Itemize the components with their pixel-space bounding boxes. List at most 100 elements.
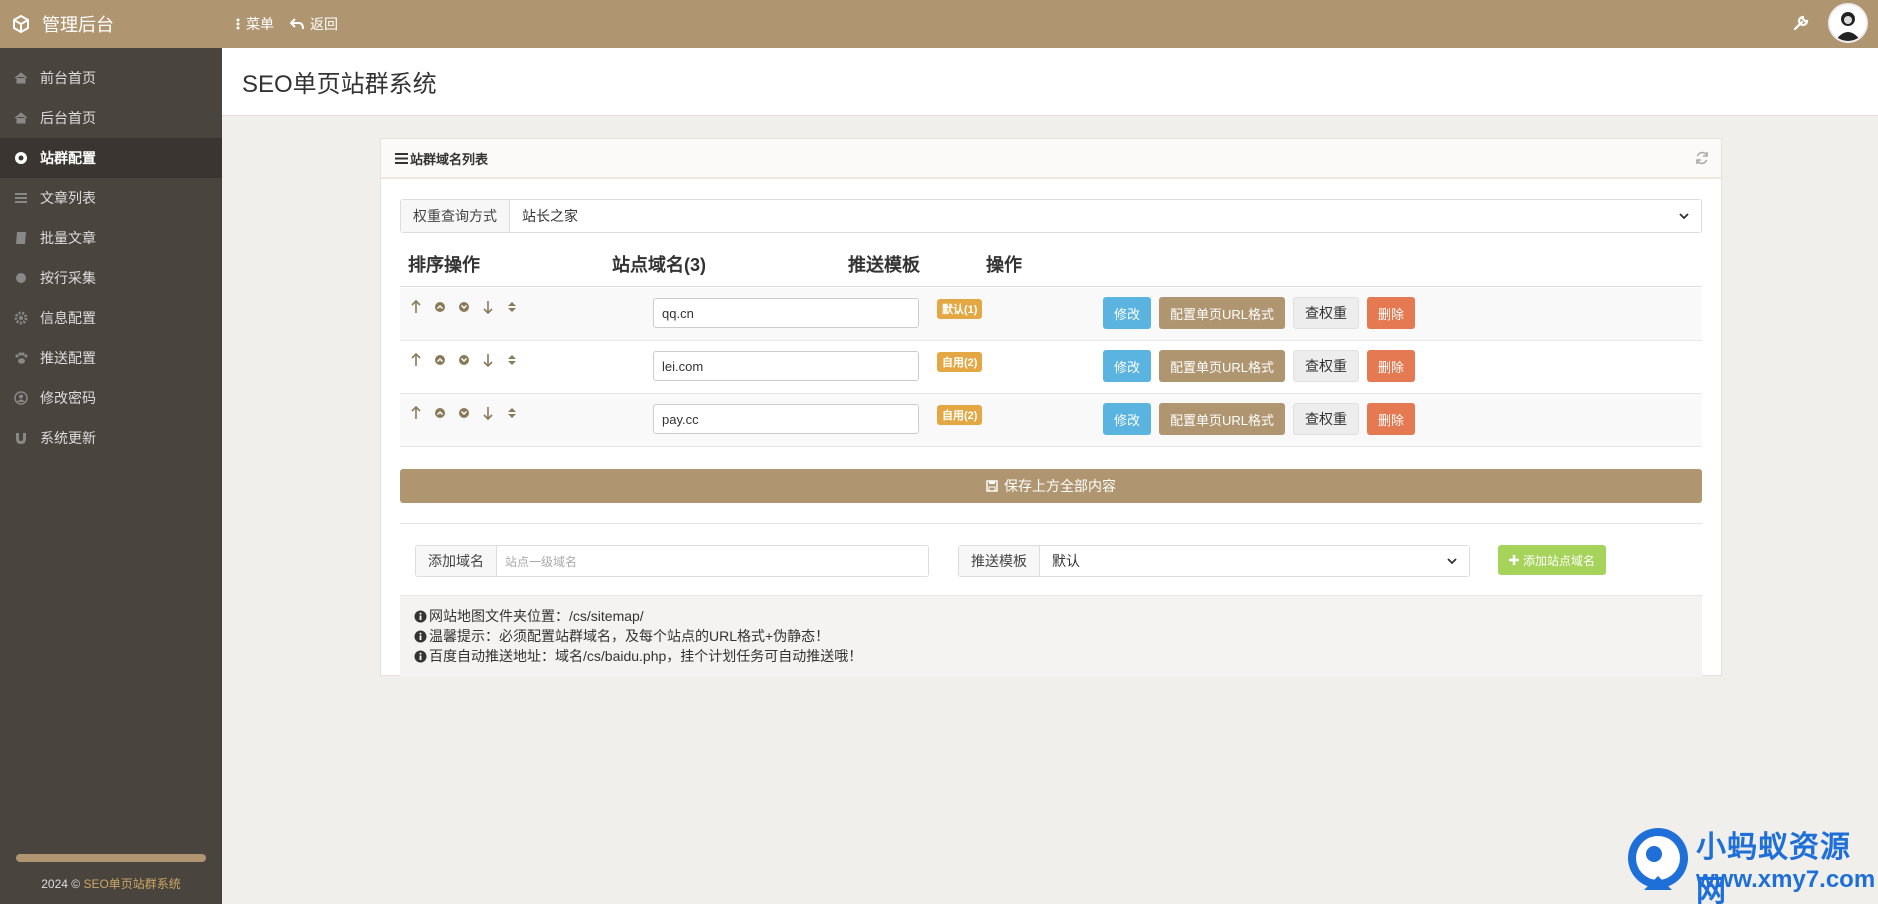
ant-logo-icon <box>1628 828 1688 890</box>
save-all-button[interactable]: 保存上方全部内容 <box>400 469 1702 503</box>
chrome-icon <box>15 152 27 164</box>
sidebar-item-info-config[interactable]: 信息配置 <box>0 298 222 338</box>
wrench-icon[interactable] <box>1792 14 1810 32</box>
sidebar-item-label: 按行采集 <box>40 270 96 286</box>
sidebar-scroll-handle[interactable] <box>16 854 206 862</box>
chevron-circle-up-icon[interactable] <box>434 353 446 367</box>
arrow-down-icon[interactable] <box>482 300 494 314</box>
panel-header: 站群域名列表 <box>381 139 1721 179</box>
arrow-down-icon[interactable] <box>482 353 494 367</box>
template-badge: 自用(2) <box>937 352 983 372</box>
brand[interactable]: 管理后台 <box>0 0 222 48</box>
check-weight-button[interactable]: 查权重 <box>1293 297 1360 329</box>
arrow-down-icon[interactable] <box>482 406 494 420</box>
sidebar-item-push-config[interactable]: 推送配置 <box>0 338 222 378</box>
push-template-addon: 推送模板 <box>959 546 1040 576</box>
weight-query-addon: 权重查询方式 <box>401 200 510 232</box>
row-actions: 修改 配置单页URL格式 查权重 删除 <box>1103 350 1416 382</box>
watermark: 小蚂蚁资源网 www.xmy7.com <box>1624 816 1878 904</box>
weight-query-select[interactable]: 站长之家 <box>510 200 1701 232</box>
column-sort: 排序操作 <box>408 255 480 275</box>
sidebar-item-site-config[interactable]: 站群配置 <box>0 138 222 178</box>
config-url-button[interactable]: 配置单页URL格式 <box>1159 403 1286 435</box>
sidebar-item-admin-home[interactable]: 后台首页 <box>0 98 222 138</box>
sidebar-item-system-update[interactable]: 系统更新 <box>0 418 222 458</box>
notice-text: 百度自动推送地址：域名/cs/baidu.php，挂个计划任务可自动推送哦！ <box>429 648 863 664</box>
column-template: 推送模板 <box>848 255 920 275</box>
table-row: lei.com 自用(2) 修改 配置单页URL格式 查权重 删除 <box>400 341 1702 394</box>
bars-icon <box>395 152 408 164</box>
list-icon <box>15 193 27 203</box>
avatar[interactable] <box>1828 3 1868 43</box>
chevron-down-icon <box>1679 213 1689 219</box>
top-nav: 菜单 返回 <box>236 0 338 48</box>
sidebar-item-label: 系统更新 <box>40 430 96 446</box>
edit-button[interactable]: 修改 <box>1103 297 1152 329</box>
sort-icon[interactable] <box>506 353 518 367</box>
home-icon <box>14 72 28 84</box>
sort-icon[interactable] <box>506 300 518 314</box>
sidebar-item-label: 前台首页 <box>40 70 96 86</box>
sidebar-item-label: 批量文章 <box>40 230 96 246</box>
sidebar-item-label: 文章列表 <box>40 190 96 206</box>
add-site-button[interactable]: 添加站点域名 <box>1498 545 1607 575</box>
push-template-group: 推送模板 默认 <box>958 545 1470 577</box>
sidebar-item-label: 推送配置 <box>40 350 96 366</box>
domain-input[interactable]: lei.com <box>653 351 919 381</box>
table-row: qq.cn 默认(1) 修改 配置单页URL格式 查权重 删除 <box>400 288 1702 341</box>
notice-box: 网站地图文件夹位置：/cs/sitemap/ 温馨提示：必须配置站群域名，及每个… <box>400 595 1702 677</box>
chevron-circle-up-icon[interactable] <box>434 406 446 420</box>
edit-button[interactable]: 修改 <box>1103 403 1152 435</box>
delete-button[interactable]: 删除 <box>1367 350 1416 382</box>
notice-line: 百度自动推送地址：域名/cs/baidu.php，挂个计划任务可自动推送哦！ <box>414 646 1688 666</box>
sidebar-item-front-home[interactable]: 前台首页 <box>0 58 222 98</box>
refresh-icon[interactable] <box>1695 151 1709 165</box>
back-button[interactable]: 返回 <box>290 14 338 34</box>
sidebar-item-change-password[interactable]: 修改密码 <box>0 378 222 418</box>
chevron-circle-down-icon[interactable] <box>458 406 470 420</box>
add-domain-input[interactable]: 站点一级域名 <box>497 546 928 576</box>
reply-icon <box>290 18 304 30</box>
sidebar-item-article-list[interactable]: 文章列表 <box>0 178 222 218</box>
notice-line: 网站地图文件夹位置：/cs/sitemap/ <box>414 606 1688 626</box>
copyright: 2024 © SEO单页站群系统 <box>0 875 222 892</box>
check-weight-button[interactable]: 查权重 <box>1293 350 1360 382</box>
sidebar-item-line-collect[interactable]: 按行采集 <box>0 258 222 298</box>
arrow-up-icon[interactable] <box>410 353 422 367</box>
delete-button[interactable]: 删除 <box>1367 403 1416 435</box>
chevron-circle-down-icon[interactable] <box>458 300 470 314</box>
sort-controls <box>410 353 518 367</box>
arrow-up-icon[interactable] <box>410 300 422 314</box>
plus-icon <box>1509 555 1519 565</box>
domain-input[interactable]: pay.cc <box>653 404 919 434</box>
add-site-label: 添加站点域名 <box>1523 553 1596 568</box>
home-icon <box>14 112 28 124</box>
delete-button[interactable]: 删除 <box>1367 297 1416 329</box>
edit-button[interactable]: 修改 <box>1103 350 1152 382</box>
domain-input[interactable]: qq.cn <box>653 298 919 328</box>
chevron-circle-down-icon[interactable] <box>458 353 470 367</box>
check-weight-button[interactable]: 查权重 <box>1293 403 1360 435</box>
sidebar-item-batch-article[interactable]: 批量文章 <box>0 218 222 258</box>
config-url-button[interactable]: 配置单页URL格式 <box>1159 297 1286 329</box>
push-template-select[interactable]: 默认 <box>1040 546 1469 576</box>
chevron-down-icon <box>1447 558 1457 564</box>
chevron-circle-up-icon[interactable] <box>434 300 446 314</box>
gear-icon <box>14 311 28 325</box>
save-icon <box>986 480 998 492</box>
config-url-button[interactable]: 配置单页URL格式 <box>1159 350 1286 382</box>
panel-title: 站群域名列表 <box>410 151 489 167</box>
user-circle-icon <box>14 391 28 405</box>
divider <box>400 523 1702 524</box>
magnet-icon <box>16 433 26 444</box>
sidebar-item-label: 后台首页 <box>40 110 96 126</box>
copyright-link[interactable]: SEO单页站群系统 <box>83 877 180 891</box>
sort-icon[interactable] <box>506 406 518 420</box>
menu-button[interactable]: 菜单 <box>236 14 274 34</box>
dots-vertical-icon <box>236 18 240 30</box>
table-header: 排序操作 站点域名(3) 推送模板 操作 <box>400 237 1702 287</box>
notice-text: 温馨提示：必须配置站群域名，及每个站点的URL格式+伪静态！ <box>429 628 830 644</box>
arrow-up-icon[interactable] <box>410 406 422 420</box>
push-template-value: 默认 <box>1052 553 1080 569</box>
back-label: 返回 <box>310 16 338 32</box>
